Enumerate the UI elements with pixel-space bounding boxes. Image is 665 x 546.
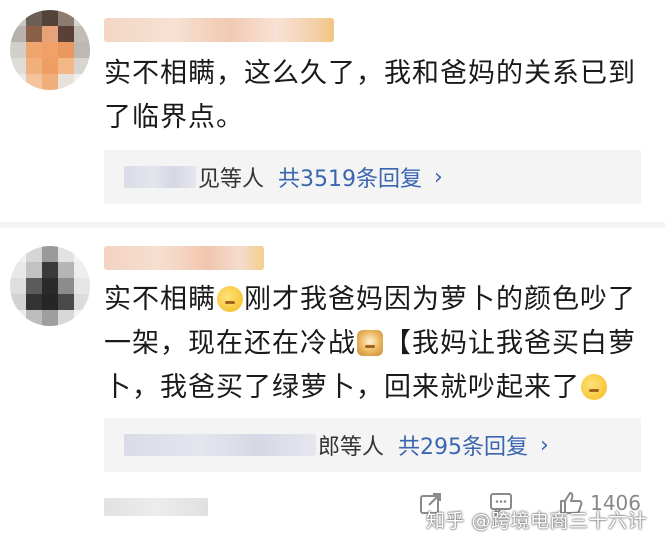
smile-emoji-icon xyxy=(581,374,607,400)
chevron-right-icon: › xyxy=(434,164,443,190)
reply-count: 共3519条回复 xyxy=(278,167,423,192)
reply-count: 共295条回复 xyxy=(398,435,529,460)
comment-2: 实不相瞒 刚才我爸妈因为萝卜的颜色吵了一架，现在还在冷战 【我妈让我爸买白萝卜，我爸… xyxy=(0,228,665,546)
username-blurred[interactable] xyxy=(104,246,264,270)
doge-emoji-icon xyxy=(357,330,383,356)
comment-1: 实不相瞒，这么久了，我和爸妈的关系已到了临界点。 见等人 共3519条回复 › xyxy=(0,0,665,222)
replies-link[interactable]: 郎等人 共295条回复 › xyxy=(104,418,641,472)
replies-link[interactable]: 见等人 共3519条回复 › xyxy=(104,150,641,204)
reply-names-suffix: 郎等人 xyxy=(318,435,385,460)
username-blurred[interactable] xyxy=(104,18,334,42)
reply-names-suffix: 见等人 xyxy=(198,167,265,192)
chevron-right-icon: › xyxy=(540,432,549,458)
avatar[interactable] xyxy=(10,10,90,90)
timestamp-blurred xyxy=(104,498,208,516)
comment-text: 实不相瞒，这么久了，我和爸妈的关系已到了临界点。 xyxy=(104,58,636,133)
watermark: 知乎 @跨境电商三十六计 xyxy=(425,510,647,532)
comment-text-part-1: 实不相瞒 xyxy=(104,284,216,315)
reply-names-blurred xyxy=(124,166,196,188)
reply-names-blurred xyxy=(124,434,316,456)
avatar[interactable] xyxy=(10,246,90,326)
comment-text: 实不相瞒 刚才我爸妈因为萝卜的颜色吵了一架，现在还在冷战 【我妈让我爸买白萝卜，我爸… xyxy=(104,278,641,410)
smile-emoji-icon xyxy=(217,286,243,312)
